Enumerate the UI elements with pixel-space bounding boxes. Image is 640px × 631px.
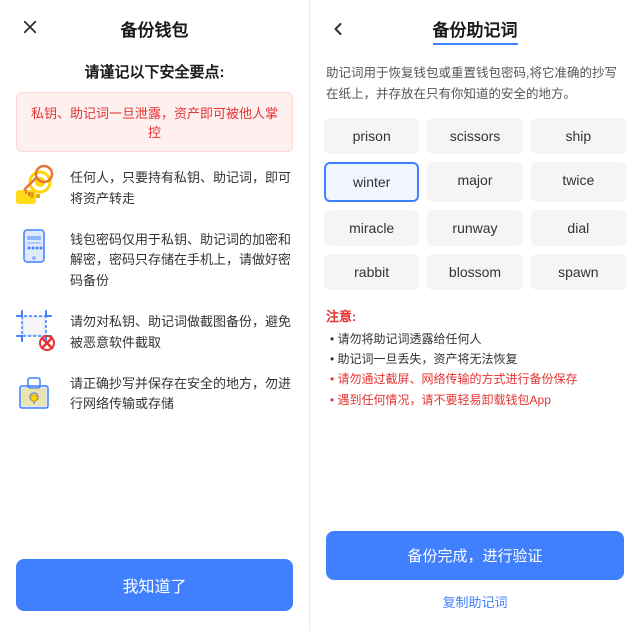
security-item-4: 请正确抄写并保存在安全的地方，勿进行网络传输或存储 xyxy=(14,370,295,416)
mnemonic-word-rabbit: rabbit xyxy=(324,254,419,290)
close-button[interactable] xyxy=(16,13,44,41)
mnemonic-grid: prison scissors ship winter major twice … xyxy=(310,118,640,302)
mnemonic-word-major: major xyxy=(427,162,522,202)
right-header: 备份助记词 xyxy=(310,0,640,57)
mnemonic-word-scissors: scissors xyxy=(427,118,522,154)
security-item-1: 任何人，只要持有私钥、助记词，即可将资产转走 xyxy=(14,164,295,210)
back-button[interactable] xyxy=(324,15,352,43)
notes-item-4: • 遇到任何情况，请不要轻易卸载钱包App xyxy=(326,390,624,410)
left-title: 备份钱包 xyxy=(121,16,189,41)
mnemonic-word-winter: winter xyxy=(324,162,419,202)
phone-icon xyxy=(14,226,58,270)
key-icon xyxy=(14,164,58,208)
right-panel: 备份助记词 助记词用于恢复钱包或重置钱包密码,将它准确的抄写在纸上，并存放在只有… xyxy=(310,0,640,631)
notes-title: 注意: xyxy=(326,306,624,325)
security-item-3-text: 请勿对私钥、助记词做截图备份，避免被恶意软件截取 xyxy=(70,308,295,354)
mnemonic-word-ship: ship xyxy=(531,118,626,154)
right-description: 助记词用于恢复钱包或重置钱包密码,将它准确的抄写在纸上，并存放在只有你知道的安全… xyxy=(310,57,640,118)
security-heading: 请谨记以下安全要点: xyxy=(0,53,309,92)
security-item-1-text: 任何人，只要持有私钥、助记词，即可将资产转走 xyxy=(70,164,295,210)
notes-item-2: • 助记词一旦丢失，资产将无法恢复 xyxy=(326,349,624,369)
notes-section: 注意: • 请勿将助记词透露给任何人 • 助记词一旦丢失，资产将无法恢复 • 请… xyxy=(310,302,640,423)
security-item-2-text: 钱包密码仅用于私钥、助记词的加密和解密，密码只存储在手机上，请做好密码备份 xyxy=(70,226,295,292)
screenshot-icon xyxy=(14,308,58,352)
notes-item-3: • 请勿通过截屏、网络传输的方式进行备份保存 xyxy=(326,369,624,389)
warning-banner: 私钥、助记词一旦泄露，资产即可被他人掌控 xyxy=(16,92,293,152)
mnemonic-word-runway: runway xyxy=(427,210,522,246)
left-panel: 备份钱包 请谨记以下安全要点: 私钥、助记词一旦泄露，资产即可被他人掌控 xyxy=(0,0,310,631)
left-footer: 我知道了 xyxy=(0,545,309,611)
safe-icon xyxy=(14,370,58,414)
mnemonic-word-dial: dial xyxy=(531,210,626,246)
security-list: 任何人，只要持有私钥、助记词，即可将资产转走 钱包密码仅用于私钥、助记词的加密和… xyxy=(0,164,309,545)
right-footer: 备份完成，进行验证 复制助记词 xyxy=(310,521,640,611)
security-item-4-text: 请正确抄写并保存在安全的地方，勿进行网络传输或存储 xyxy=(70,370,295,416)
mnemonic-word-blossom: blossom xyxy=(427,254,522,290)
mnemonic-word-spawn: spawn xyxy=(531,254,626,290)
security-item-3: 请勿对私钥、助记词做截图备份，避免被恶意软件截取 xyxy=(14,308,295,354)
copy-mnemonic-link[interactable]: 复制助记词 xyxy=(326,592,624,611)
mnemonic-word-twice: twice xyxy=(531,162,626,202)
security-item-2: 钱包密码仅用于私钥、助记词的加密和解密，密码只存储在手机上，请做好密码备份 xyxy=(14,226,295,292)
notes-item-1: • 请勿将助记词透露给任何人 xyxy=(326,329,624,349)
backup-verify-button[interactable]: 备份完成，进行验证 xyxy=(326,531,624,580)
confirm-button[interactable]: 我知道了 xyxy=(16,559,293,611)
right-title: 备份助记词 xyxy=(433,16,518,45)
mnemonic-word-prison: prison xyxy=(324,118,419,154)
left-header: 备份钱包 xyxy=(0,0,309,53)
mnemonic-word-miracle: miracle xyxy=(324,210,419,246)
